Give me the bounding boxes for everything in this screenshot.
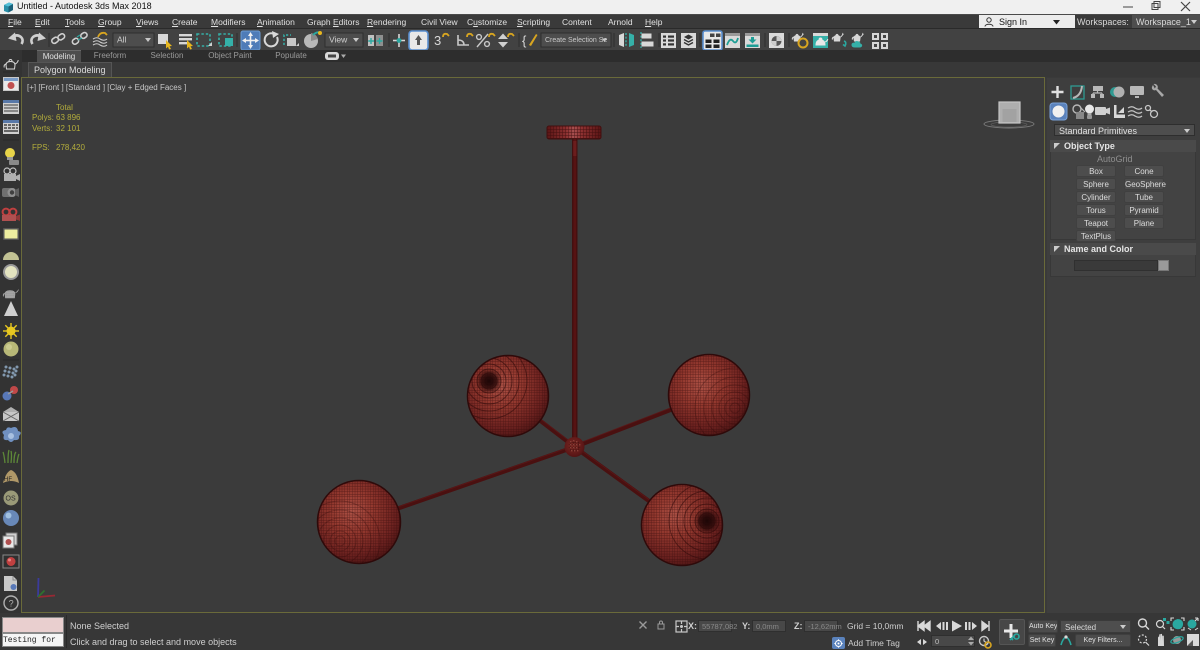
svg-text:View: View <box>329 35 348 45</box>
svg-text:?: ? <box>9 599 14 609</box>
svg-text:{: { <box>522 33 527 48</box>
svg-text:Create Selection Se: Create Selection Se <box>545 37 607 44</box>
svg-text:HF: HF <box>4 477 12 483</box>
svg-text:OS: OS <box>6 496 16 503</box>
svg-text:All: All <box>117 35 127 45</box>
svg-text:3: 3 <box>434 33 441 48</box>
